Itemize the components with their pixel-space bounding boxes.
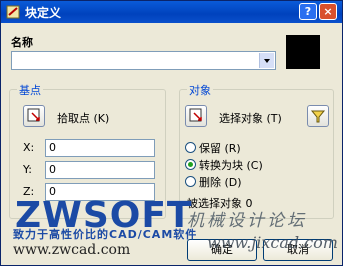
delete-radio[interactable] (185, 176, 196, 187)
pick-point-icon (27, 108, 40, 122)
convert-to-block-radio[interactable] (185, 159, 196, 170)
select-objects-icon (189, 108, 202, 122)
slogan-text: 致力于高性价比的CAD/CAM软件 (13, 228, 198, 241)
site-url: www.zwcad.com (13, 242, 131, 258)
help-button[interactable]: ? (299, 3, 317, 20)
convert-to-block-label: 转换为块 (C) (199, 159, 263, 172)
y-input[interactable]: 0 (45, 161, 155, 179)
objects-title: 对象 (187, 82, 213, 98)
window-title: 块定义 (25, 6, 62, 20)
name-label: 名称 (11, 36, 33, 49)
x-input[interactable]: 0 (45, 139, 155, 157)
select-objects-button[interactable] (185, 105, 207, 127)
funnel-icon (310, 110, 326, 123)
close-button[interactable]: × (319, 3, 337, 20)
base-point-title: 基点 (17, 82, 43, 98)
delete-label: 删除 (D) (199, 176, 242, 189)
block-definition-dialog: 块定义 ? × 名称 基点 拾取点 (K) X: 0 Y: 0 Z: 0 对象 … (0, 0, 343, 266)
block-preview (286, 35, 320, 69)
pick-point-label: 拾取点 (K) (57, 112, 110, 125)
retain-label: 保留 (R) (199, 142, 241, 155)
x-label: X: (23, 141, 35, 154)
app-icon (6, 5, 20, 19)
watermark-title: 机械设计论坛 (187, 211, 307, 231)
chevron-down-icon[interactable] (259, 53, 274, 68)
watermark-url: www.jixcad.com (207, 233, 338, 252)
title-bar[interactable]: 块定义 ? × (1, 1, 342, 23)
retain-radio[interactable] (185, 142, 196, 153)
name-combobox[interactable] (11, 51, 276, 70)
y-label: Y: (23, 163, 32, 176)
select-objects-label: 选择对象 (T) (219, 112, 282, 125)
quick-select-button[interactable] (307, 105, 329, 127)
pick-point-button[interactable] (23, 105, 45, 127)
